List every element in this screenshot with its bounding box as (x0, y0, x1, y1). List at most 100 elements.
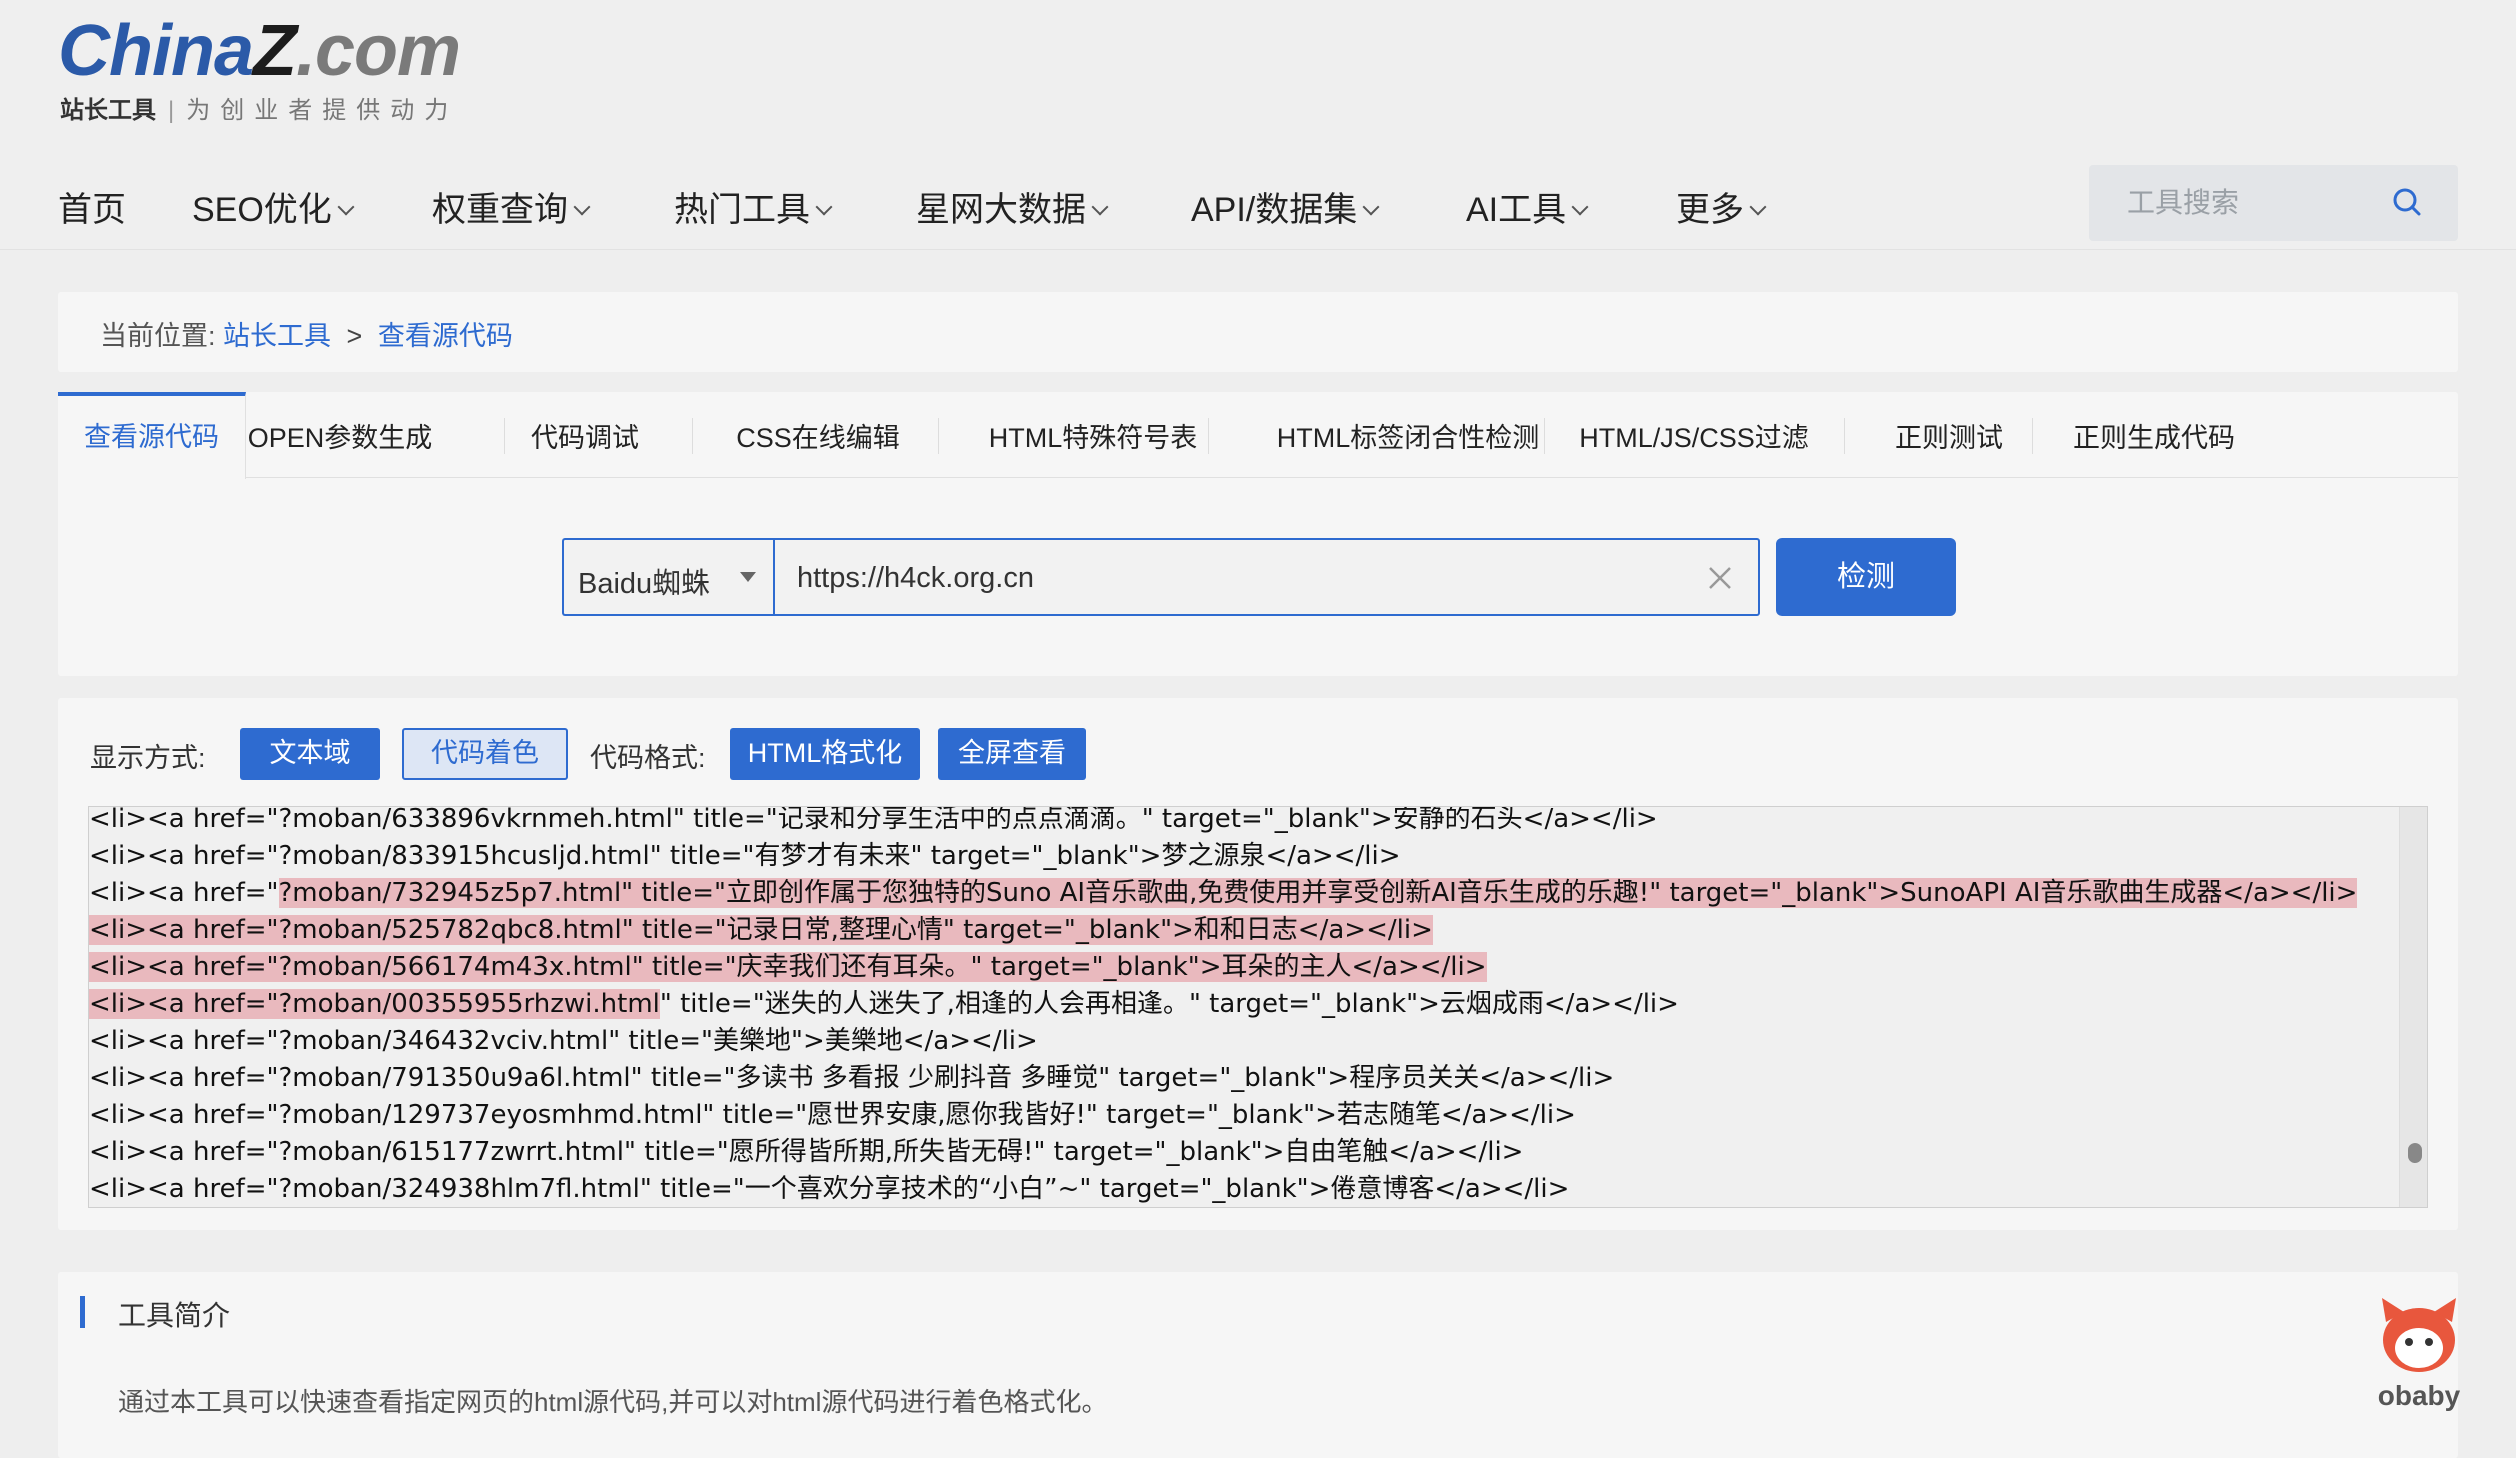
breadcrumb-separator: > (346, 321, 363, 351)
display-mode-label: 显示方式: (90, 743, 206, 773)
tool-tabs: 查看源代码 OPEN参数生成 代码调试 CSS在线编辑 HTML特殊符号表 HT… (58, 392, 2458, 479)
fullscreen-button[interactable]: 全屏查看 (938, 728, 1086, 780)
code-text: <li><a href="?moban/615177zwrrt.html" ti… (89, 1137, 1524, 1167)
obaby-watermark: obaby (2372, 1292, 2466, 1452)
tool-search (2089, 165, 2458, 241)
tool-panel: 查看源代码 OPEN参数生成 代码调试 CSS在线编辑 HTML特殊符号表 HT… (58, 392, 2458, 676)
user-agent-select[interactable]: Baidu蜘蛛 (562, 538, 773, 616)
logo-separator: | (168, 97, 175, 124)
code-highlight: <li><a href="?moban/525782qbc8.html" tit… (89, 915, 1433, 945)
tab-code-debug[interactable]: 代码调试 (514, 392, 656, 478)
nav-item-label: API/数据集 (1191, 191, 1358, 229)
intro-description: 通过本工具可以快速查看指定网页的html源代码,并可以对html源代码进行着色格… (118, 1387, 1108, 1417)
code-format-label: 代码格式: (590, 743, 706, 773)
clear-icon[interactable] (1704, 562, 1736, 594)
logo-subtitle: 站长工具 | 为创业者提供动力 (60, 90, 458, 125)
url-input[interactable] (797, 558, 1677, 598)
code-highlight: <li><a href="?moban/00355955rhzwi.html (89, 989, 660, 1019)
chevron-down-icon (1091, 198, 1109, 216)
code-text: <li><a href="?moban/346432vciv.html" tit… (89, 1026, 1038, 1056)
tab-html-js-css-filter[interactable]: HTML/JS/CSS过滤 (1564, 392, 1824, 478)
tab-divider (1544, 418, 1545, 454)
tab-view-source[interactable]: 查看源代码 (58, 392, 246, 479)
text-area-mode-button[interactable]: 文本域 (240, 728, 380, 780)
scroll-thumb[interactable] (2408, 1143, 2422, 1163)
nav-item-label: SEO优化 (192, 191, 332, 229)
dropdown-caret-icon (740, 572, 756, 582)
nav-item-weight[interactable]: 权重查询 (432, 182, 591, 231)
nav-item-more[interactable]: 更多 (1676, 182, 1767, 231)
nav-item-api[interactable]: API/数据集 (1191, 182, 1380, 231)
nav-item-label: 权重查询 (432, 191, 568, 229)
nav-item-hot-tools[interactable]: 热门工具 (674, 182, 833, 231)
tool-search-input[interactable] (2127, 183, 2387, 223)
logo-brand-part3: .com (296, 11, 461, 91)
nav-item-bigdata[interactable]: 星网大数据 (916, 182, 1109, 231)
code-line: <li><a href="?moban/525782qbc8.html" tit… (89, 912, 2399, 949)
url-field (773, 538, 1760, 616)
html-format-button[interactable]: HTML格式化 (730, 728, 920, 780)
source-code-textarea[interactable]: <li><a href="?moban/633896vkrnmeh.html" … (88, 806, 2428, 1208)
code-highlight: ?moban/732945z5p7.html" title="立即创作属于您独特… (278, 878, 2358, 908)
chevron-down-icon (815, 198, 833, 216)
tab-css-editor[interactable]: CSS在线编辑 (718, 392, 918, 478)
code-scrollbar[interactable] (2399, 807, 2427, 1207)
user-agent-selected-value: Baidu蜘蛛 (578, 568, 711, 600)
tab-divider (1844, 418, 1845, 454)
tab-divider (2032, 418, 2033, 454)
breadcrumb-home-link[interactable]: 站长工具 (223, 321, 331, 351)
code-highlight: <li><a href="?moban/566174m43x.html" tit… (89, 952, 1487, 982)
chevron-down-icon (1749, 198, 1767, 216)
tab-divider (1208, 418, 1209, 454)
code-text: <li><a href="?moban/833915hcusljd.html" … (89, 841, 1401, 871)
nav-item-seo[interactable]: SEO优化 (192, 182, 355, 231)
tool-intro-panel: 工具简介 通过本工具可以快速查看指定网页的html源代码,并可以对html源代码… (58, 1272, 2458, 1458)
nav-item-label: 首页 (58, 191, 126, 229)
code-line: <li><a href="?moban/566174m43x.html" tit… (89, 949, 2399, 986)
code-color-mode-button[interactable]: 代码着色 (402, 728, 568, 780)
tab-regex-test[interactable]: 正则测试 (1866, 392, 2032, 478)
chevron-down-icon (1571, 198, 1589, 216)
nav-item-label: AI工具 (1466, 191, 1567, 229)
tab-regex-codegen[interactable]: 正则生成代码 (2054, 392, 2254, 478)
code-text: <li><a href="?moban/324938hlm7fl.html" t… (89, 1174, 1570, 1204)
tab-open-params[interactable]: OPEN参数生成 (246, 392, 434, 478)
code-panel: 显示方式: 文本域 代码着色 代码格式: HTML格式化 全屏查看 <li><a… (58, 698, 2458, 1230)
site-header: ChinaZ.com 站长工具 | 为创业者提供动力 首页 SEO优化 权重查询 热… (0, 0, 2516, 250)
tab-divider (692, 418, 693, 454)
code-line: <li><a href="?moban/00355955rhzwi.html" … (89, 986, 2399, 1023)
tab-html-tag-check[interactable]: HTML标签闭合性检测 (1228, 392, 1588, 478)
chevron-down-icon (573, 198, 591, 216)
breadcrumb-panel: 当前位置: 站长工具 > 查看源代码 (58, 292, 2458, 372)
code-line: <li><a href="?moban/791350u9a6l.html" ti… (89, 1060, 2399, 1097)
check-button[interactable]: 检测 (1776, 538, 1956, 616)
nav-item-label: 热门工具 (674, 191, 810, 229)
tab-html-special-chars[interactable]: HTML特殊符号表 (958, 392, 1228, 478)
logo-slogan: 为创业者提供动力 (186, 97, 459, 124)
code-line: <li><a href="?moban/324938hlm7fl.html" t… (89, 1171, 2399, 1207)
logo-brand-part2: Z (253, 11, 297, 91)
tab-divider (938, 418, 939, 454)
breadcrumb-prefix: 当前位置: (100, 321, 216, 351)
logo-brand-part1: China (58, 11, 254, 91)
search-icon[interactable] (2389, 185, 2425, 221)
code-line: <li><a href="?moban/833915hcusljd.html" … (89, 838, 2399, 875)
code-line: <li><a href="?moban/732945z5p7.html" tit… (89, 875, 2399, 912)
section-marker (80, 1296, 85, 1328)
code-text: <li><a href="?moban/129737eyosmhmd.html"… (89, 1100, 1576, 1130)
nav-item-home[interactable]: 首页 (58, 182, 126, 231)
intro-title: 工具简介 (118, 1300, 231, 1331)
breadcrumb: 当前位置: 站长工具 > 查看源代码 (100, 314, 513, 353)
tab-divider (504, 418, 505, 454)
code-line: <li><a href="?moban/346432vciv.html" tit… (89, 1023, 2399, 1060)
nav-item-ai-tools[interactable]: AI工具 (1466, 182, 1589, 231)
code-text: <li><a href=" (89, 878, 279, 908)
breadcrumb-current-link[interactable]: 查看源代码 (378, 321, 513, 351)
code-line: <li><a href="?moban/615177zwrrt.html" ti… (89, 1134, 2399, 1171)
chevron-down-icon (1362, 198, 1380, 216)
code-text: <li><a href="?moban/633896vkrnmeh.html" … (89, 806, 1658, 834)
code-lines: <li><a href="?moban/633896vkrnmeh.html" … (89, 806, 2399, 1207)
logo-site-name: 站长工具 (60, 97, 156, 124)
nav-item-label: 星网大数据 (916, 191, 1086, 229)
chinaz-logo[interactable]: ChinaZ.com 站长工具 | 为创业者提供动力 (58, 10, 478, 130)
